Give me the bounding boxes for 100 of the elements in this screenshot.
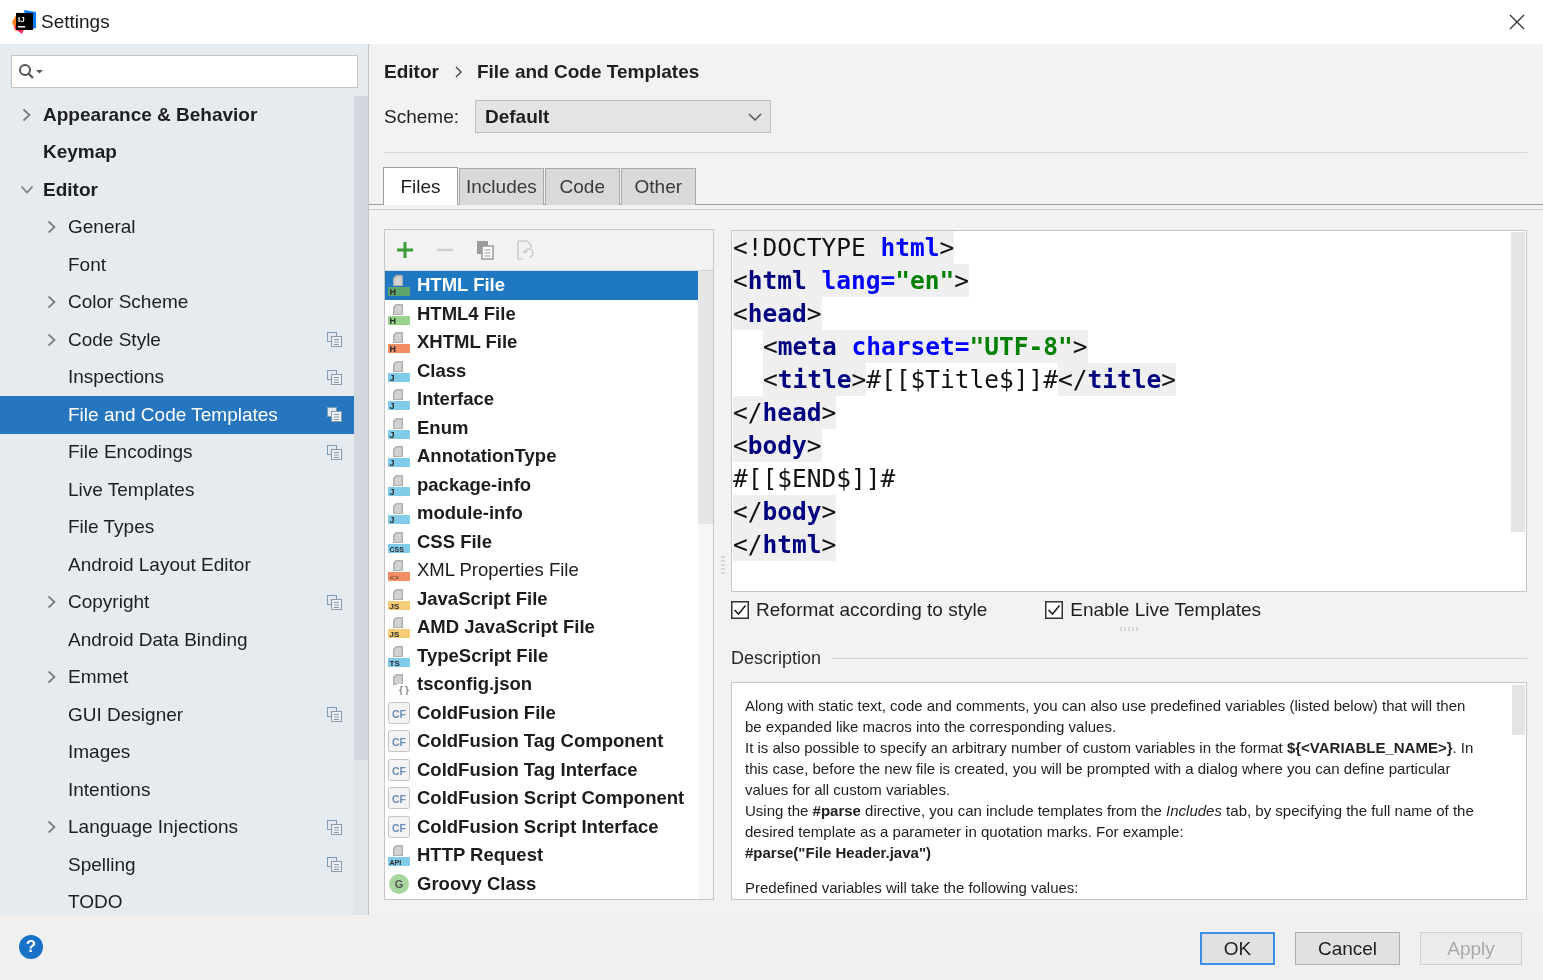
code-line: <!DOCTYPE html> [733,231,955,264]
tree-item[interactable]: Emmet [0,658,354,696]
code-line: <head> [733,297,822,330]
tree-item[interactable]: Color Scheme [0,283,354,321]
tree-item[interactable]: General [0,208,354,246]
chevron-icon[interactable] [22,107,32,122]
chevron-icon[interactable] [47,595,57,610]
letter-tile-icon: CF [388,701,410,724]
template-item[interactable]: CF ColdFusion Script Interface [385,812,698,841]
dialog-button: Apply [1420,932,1522,965]
letter-tile-icon: CF [388,758,410,781]
code-line: </body> [733,495,837,528]
letter-tile-icon: CF [388,787,410,810]
tab[interactable]: Other [620,168,696,205]
template-item[interactable]: J Class [385,356,698,385]
scheme-dropdown[interactable]: Default [475,100,771,133]
template-item[interactable]: JS JavaScript File [385,584,698,613]
grip-icon[interactable] [720,555,725,574]
scrollbar[interactable] [1512,685,1525,735]
tree-item[interactable]: Images [0,733,354,771]
tree-item[interactable]: Keymap [0,133,354,171]
tree-item[interactable]: Appearance & Behavior [0,96,354,134]
tree-item[interactable]: Live Templates [0,471,354,509]
code-line: <html lang="en"> [733,264,970,297]
tree-item[interactable]: Editor [0,171,354,209]
breadcrumb-item: Editor [384,60,439,83]
chevron-icon [454,65,462,78]
description-text: #parse("File Header.java") [745,843,932,863]
code-line: </head> [733,396,837,429]
template-item[interactable]: CF ColdFusion File [385,698,698,727]
description-text: It is also possible to specify an arbitrary number of custom variables in the format ${<VARIABLE_NAME>}. In this case, before the new file is created, you will be prompted with a dialog where you can define particular values for all custom variables. [745,738,1475,800]
chevron-icon[interactable] [47,670,57,685]
template-item[interactable]: H HTML4 File [385,299,698,328]
tab[interactable]: Files [383,167,458,205]
checkbox-option[interactable]: Enable Live Templates [1045,599,1262,621]
checkbox-option[interactable]: Reformat according to style [731,599,988,621]
checkbox-icon[interactable] [1045,601,1064,619]
letter-circle-icon: G [388,872,410,895]
chevron-icon[interactable] [47,332,57,347]
section-title: Description [731,647,822,669]
chevron-icon[interactable] [47,220,57,235]
code-line: #[[$END$]]# [733,463,896,495]
scrollbar[interactable] [1511,232,1525,532]
template-item[interactable]: CF ColdFusion Tag Interface [385,755,698,784]
tree-item[interactable]: Inspections [0,358,354,396]
checkbox-icon[interactable] [731,601,749,619]
description-text: Along with static text, code and comments, you can also use predefined variables (listed below) that will then be expanded like macros into the corresponding values. [745,696,1467,737]
template-item[interactable]: JS AMD JavaScript File [385,613,698,642]
chevron-icon[interactable] [20,184,34,195]
template-item[interactable]: TS TypeScript File [385,641,698,670]
chevron-icon[interactable] [47,295,57,310]
tree-item[interactable]: Spelling [0,846,354,884]
template-item[interactable]: G Groovy Class [385,869,698,898]
letter-tile-icon: CF [388,730,410,753]
scrollbar[interactable] [354,96,368,760]
tree-item[interactable]: Android Layout Editor [0,546,354,584]
tree-item[interactable]: Font [0,246,354,284]
tab[interactable]: Code [544,168,620,205]
tree-item[interactable]: GUI Designer [0,696,354,734]
copy-icon[interactable] [475,240,495,260]
description-text: Using the #parse directive, you can include templates from the Includes tab, by specifying the full name of the desired template as a parameter in quotation marks. For example: [745,801,1475,842]
window-title: Settings [41,11,110,33]
tab[interactable]: Includes [459,168,544,205]
template-item[interactable]: {} tsconfig.json [385,670,698,699]
template-item[interactable]: H XHTML File [385,328,698,357]
search-field[interactable] [11,55,358,88]
template-item[interactable]: J Enum [385,413,698,442]
tree-item[interactable]: File and Code Templates [0,396,354,434]
close-icon[interactable] [1509,14,1525,30]
dialog-button[interactable]: OK [1200,932,1275,965]
template-item[interactable]: J package-info [385,470,698,499]
template-item[interactable]: J Interface [385,385,698,414]
plus-icon[interactable] [395,240,415,260]
caret-icon [748,112,762,121]
chevron-icon[interactable] [47,820,57,835]
scheme-label: Scheme: [384,105,459,128]
description-text: Predefined variables will take the following values: [745,878,1080,898]
dialog-button[interactable]: Cancel [1295,932,1400,965]
tree-item[interactable]: Copyright [0,583,354,621]
tree-item[interactable]: File Types [0,508,354,546]
tree-item[interactable]: Code Style [0,321,354,359]
template-item[interactable]: CF ColdFusion Script Component [385,784,698,813]
template-item[interactable]: <> XML Properties File [385,556,698,585]
scrollbar[interactable] [698,271,713,524]
tree-item[interactable]: Android Data Binding [0,621,354,659]
tree-item[interactable]: TODO [0,883,354,915]
tree-item[interactable]: Intentions [0,771,354,809]
search-icon [18,62,44,81]
breadcrumb-item: File and Code Templates [476,60,700,83]
help-button[interactable]: ? [19,935,43,959]
code-line: <body> [733,429,822,462]
template-item[interactable]: H HTML File [385,271,698,300]
code-line: <title>#[[$Title$]]#</title> [762,363,1177,396]
template-item[interactable]: CF ColdFusion Tag Component [385,727,698,756]
code-line: <meta charset="UTF-8"> [762,330,1088,363]
letter-tile-icon: CF [388,815,410,838]
template-item[interactable]: J module-info [385,499,698,528]
template-item[interactable]: J AnnotationType [385,442,698,471]
tree-item[interactable]: Language Injections [0,808,354,846]
tree-item[interactable]: File Encodings [0,433,354,471]
